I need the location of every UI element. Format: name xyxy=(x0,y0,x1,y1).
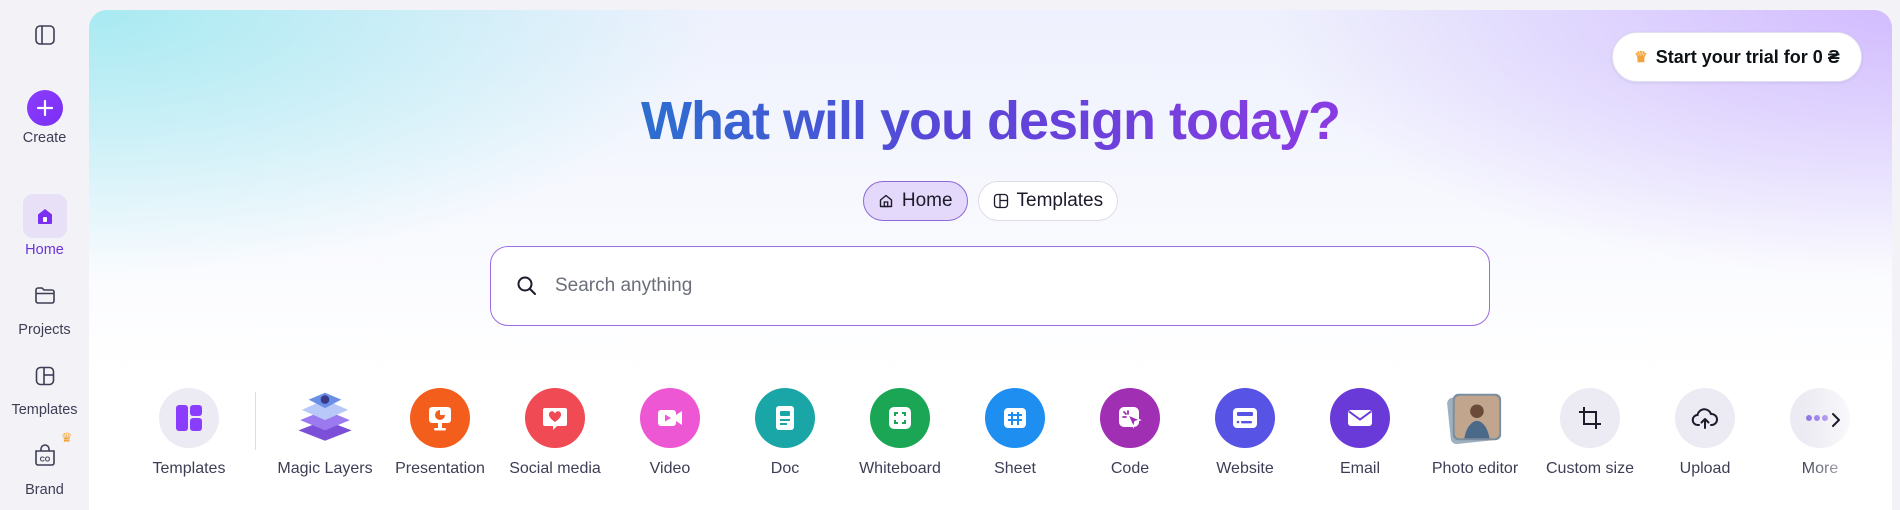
divider xyxy=(255,392,256,450)
sidebar-item-create[interactable]: Create xyxy=(0,90,89,146)
search-input[interactable] xyxy=(555,275,1465,297)
search-icon xyxy=(517,276,536,295)
tab-home[interactable]: Home xyxy=(862,181,968,221)
shortcut-label: More xyxy=(1801,460,1839,477)
presentation-icon xyxy=(410,388,470,448)
sidebar-toggle-icon xyxy=(35,25,55,45)
crop-icon xyxy=(1560,388,1620,448)
sidebar: Create Home Projects Templates CO ♛ Bran… xyxy=(0,0,89,510)
shortcut-photo-editor[interactable]: Photo editor xyxy=(1420,388,1530,478)
shortcut-label: Whiteboard xyxy=(859,460,941,477)
shortcut-whiteboard[interactable]: Whiteboard xyxy=(845,388,955,478)
shortcut-presentation[interactable]: Presentation xyxy=(385,388,495,478)
templates-icon xyxy=(159,388,219,448)
shortcut-label: Upload xyxy=(1679,460,1731,477)
shortcut-magic-layers[interactable]: Magic Layers xyxy=(270,388,380,478)
shortcut-email[interactable]: Email xyxy=(1305,388,1415,478)
folder-icon xyxy=(23,274,67,318)
tab-templates[interactable]: Templates xyxy=(977,181,1119,221)
cloud-upload-icon xyxy=(1675,388,1735,448)
shortcut-upload[interactable]: Upload xyxy=(1650,388,1760,478)
sidebar-item-label: Templates xyxy=(11,402,78,418)
magic-layers-icon xyxy=(295,388,355,448)
whiteboard-icon xyxy=(870,388,930,448)
video-icon xyxy=(640,388,700,448)
crown-icon: ♛ xyxy=(1634,49,1648,66)
website-icon xyxy=(1215,388,1275,448)
shortcut-label: Code xyxy=(1110,460,1150,477)
main-panel: ♛ Start your trial for 0 ₴ What will you… xyxy=(89,10,1892,510)
chevron-right-icon xyxy=(1832,413,1840,427)
shortcut-label: Photo editor xyxy=(1431,460,1519,477)
home-icon xyxy=(879,194,893,208)
shortcut-label: Sheet xyxy=(994,460,1036,477)
doc-icon xyxy=(755,388,815,448)
shortcut-more[interactable]: More xyxy=(1765,388,1875,478)
shortcut-label: Doc xyxy=(770,460,800,477)
sidebar-item-brand[interactable]: CO ♛ Brand xyxy=(0,430,89,498)
shortcut-label: Email xyxy=(1339,460,1380,477)
svg-text:CO: CO xyxy=(39,457,50,464)
photo-editor-icon xyxy=(1445,388,1505,448)
social-media-icon xyxy=(525,388,585,448)
mode-tabs: Home Templates xyxy=(89,181,1892,221)
brand-icon: CO ♛ xyxy=(23,430,73,478)
shortcut-label: Magic Layers xyxy=(277,460,373,477)
start-trial-button[interactable]: ♛ Start your trial for 0 ₴ xyxy=(1612,32,1862,82)
templates-icon xyxy=(23,354,67,398)
trial-label: Start your trial for 0 ₴ xyxy=(1655,46,1840,67)
code-icon xyxy=(1100,388,1160,448)
search-bar xyxy=(490,246,1490,326)
design-shortcuts: Templates Magic Layers Presentation Soci… xyxy=(89,388,1892,510)
shortcut-custom-size[interactable]: Custom size xyxy=(1535,388,1645,478)
page-title: What will you design today? xyxy=(640,91,1341,151)
shortcut-video[interactable]: Video xyxy=(615,388,725,478)
sheet-icon xyxy=(985,388,1045,448)
shortcut-label: Custom size xyxy=(1545,460,1635,477)
shortcut-code[interactable]: Code xyxy=(1075,388,1185,478)
sidebar-item-templates[interactable]: Templates xyxy=(0,354,89,418)
sidebar-item-label: Home xyxy=(25,242,64,258)
scroll-right-button[interactable] xyxy=(1822,406,1850,434)
crown-icon: ♛ xyxy=(60,430,73,445)
tab-label: Home xyxy=(901,190,953,211)
sidebar-item-home[interactable]: Home xyxy=(0,194,89,258)
shortcut-label: Website xyxy=(1216,460,1274,477)
shortcut-label: Video xyxy=(649,460,691,477)
sidebar-item-label: Create xyxy=(22,130,67,146)
shortcut-label: Templates xyxy=(152,460,226,477)
templates-icon xyxy=(993,193,1008,209)
shortcut-doc[interactable]: Doc xyxy=(730,388,840,478)
shortcut-label: Presentation xyxy=(395,460,485,477)
plus-icon xyxy=(26,90,63,126)
shortcut-social-media[interactable]: Social media xyxy=(500,388,610,478)
email-icon xyxy=(1330,388,1390,448)
sidebar-toggle-button[interactable] xyxy=(30,20,60,50)
sidebar-item-label: Projects xyxy=(18,322,71,338)
tab-label: Templates xyxy=(1016,190,1104,211)
shortcut-sheet[interactable]: Sheet xyxy=(960,388,1070,478)
shortcut-website[interactable]: Website xyxy=(1190,388,1300,478)
home-icon xyxy=(22,194,67,238)
sidebar-item-label: Brand xyxy=(25,482,64,498)
shortcut-templates[interactable]: Templates xyxy=(134,388,244,478)
sidebar-item-projects[interactable]: Projects xyxy=(0,274,89,338)
shortcut-label: Social media xyxy=(509,460,601,477)
